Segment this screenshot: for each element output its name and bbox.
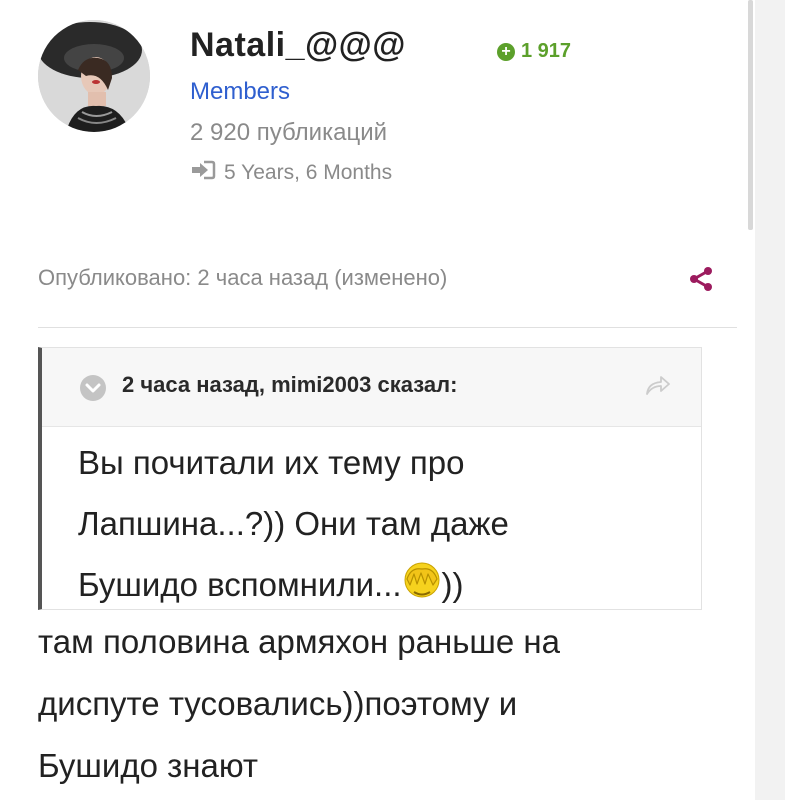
member-group-link[interactable]: Members xyxy=(190,78,290,106)
post-timestamp: Опубликовано: 2 часа назад (изменено) xyxy=(38,265,448,290)
post-line: диспуте тусовались))поэтому и xyxy=(38,685,518,722)
post-card: Natali_@@@ + 1 917 Members 2 920 публика… xyxy=(0,0,755,800)
post-body: там половина армяхон раньше на диспуте т… xyxy=(38,611,738,797)
quote-line-text: Бушидо вспомнили... xyxy=(78,566,402,603)
quote-line: Бушидо вспомнили... )) xyxy=(78,554,678,618)
facepalm-emoji-icon xyxy=(402,557,442,618)
chevron-down-icon[interactable] xyxy=(80,375,106,401)
quote-line-suffix: )) xyxy=(441,566,464,603)
quote-header[interactable]: 2 часа назад, mimi2003 сказал: xyxy=(42,348,701,427)
post-divider xyxy=(38,327,737,328)
share-arrow-icon[interactable] xyxy=(644,374,672,396)
user-avatar[interactable] xyxy=(38,20,150,132)
share-icon[interactable] xyxy=(688,266,714,292)
quote-attribution: 2 часа назад, mimi2003 сказал: xyxy=(122,372,458,397)
post-line: Бушидо знают xyxy=(38,747,258,784)
username-link[interactable]: Natali_@@@ xyxy=(190,26,406,65)
membership-duration: 5 Years, 6 Months xyxy=(190,160,392,186)
reputation-count: 1 917 xyxy=(521,40,572,62)
membership-text: 5 Years, 6 Months xyxy=(224,161,393,184)
sign-in-icon xyxy=(190,160,216,186)
reputation-badge[interactable]: + 1 917 xyxy=(497,40,571,63)
quote-line: Вы почитали их тему про xyxy=(78,444,465,481)
card-scrollbar-thumb[interactable] xyxy=(748,0,753,230)
quote-block: 2 часа назад, mimi2003 сказал: Вы почита… xyxy=(38,347,702,610)
plus-circle-icon: + xyxy=(497,42,515,61)
post-line: там половина армяхон раньше на xyxy=(38,623,560,660)
post-count: 2 920 публикаций xyxy=(190,119,388,146)
page-scrollbar-track[interactable] xyxy=(755,0,785,800)
quote-text: Вы почитали их тему про Лапшина...?)) Он… xyxy=(78,432,678,618)
quote-line: Лапшина...?)) Они там даже xyxy=(78,505,509,542)
